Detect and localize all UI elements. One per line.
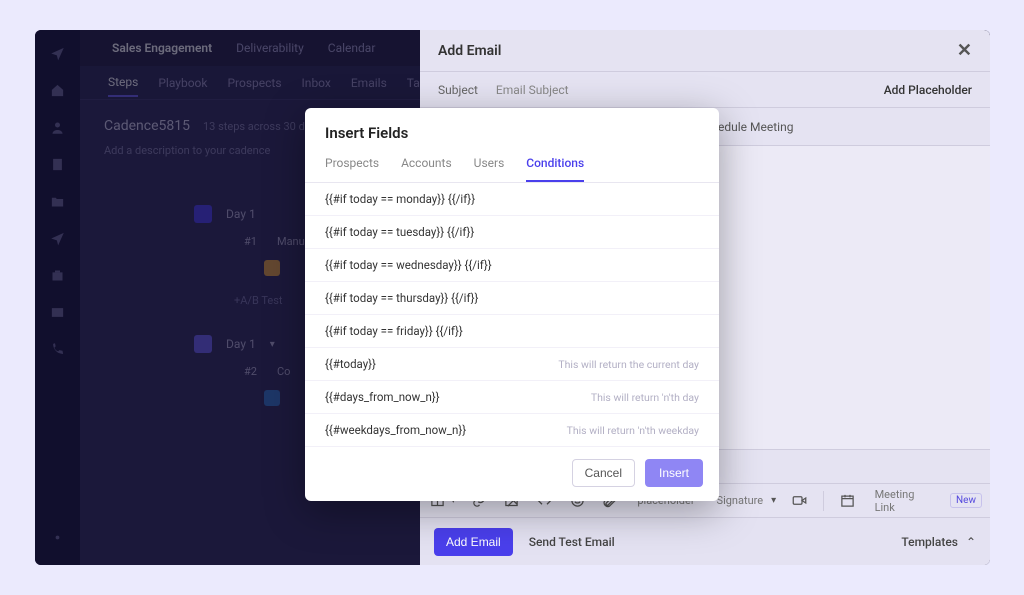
field-code: {{#days_from_now_n}} xyxy=(325,390,440,404)
field-code: {{#if today == thursday}} {{/if}} xyxy=(325,291,478,305)
field-row[interactable]: {{#if today == friday}} {{/if}} xyxy=(305,315,719,348)
insert-fields-modal: Insert Fields Prospects Accounts Users C… xyxy=(305,108,719,501)
templates-button[interactable]: Templates ⌃ xyxy=(901,535,976,549)
panel-title: Add Email xyxy=(438,43,501,59)
cancel-button[interactable]: Cancel xyxy=(572,459,635,487)
field-hint: This will return 'n'th weekday xyxy=(567,424,699,437)
insert-button[interactable]: Insert xyxy=(645,459,703,487)
send-test-email-button[interactable]: Send Test Email xyxy=(529,535,615,549)
field-row[interactable]: {{#if today == monday}} {{/if}} xyxy=(305,183,719,216)
field-code: {{#if today == tuesday}} {{/if}} xyxy=(325,225,474,239)
field-code: {{#today}} xyxy=(325,357,376,371)
subject-input[interactable]: Email Subject xyxy=(496,83,569,97)
field-row[interactable]: {{#today}} This will return the current d… xyxy=(305,348,719,381)
close-icon[interactable]: ✕ xyxy=(957,40,972,61)
tab-conditions[interactable]: Conditions xyxy=(526,156,584,182)
calendar-icon[interactable] xyxy=(838,490,857,512)
field-row[interactable]: {{#if today == wednesday}} {{/if}} xyxy=(305,249,719,282)
field-row[interactable]: {{#if today == thursday}} {{/if}} xyxy=(305,282,719,315)
field-code: {{#weekdays_from_now_n}} xyxy=(325,423,466,437)
field-row[interactable]: {{#days_from_now_n}} This will return 'n'… xyxy=(305,381,719,414)
field-code: {{#if today == monday}} {{/if}} xyxy=(325,192,475,206)
field-row[interactable]: {{#weekdays_from_now_n}} This will return… xyxy=(305,414,719,447)
add-placeholder-button[interactable]: Add Placeholder xyxy=(884,83,972,97)
video-icon[interactable] xyxy=(790,490,809,512)
add-email-button[interactable]: Add Email xyxy=(434,528,513,556)
field-hint: This will return the current day xyxy=(558,358,699,371)
fields-list: {{#if today == monday}} {{/if}} {{#if tod… xyxy=(305,183,719,447)
tab-prospects[interactable]: Prospects xyxy=(325,156,379,182)
chevron-up-icon: ⌃ xyxy=(966,535,976,549)
new-badge: New xyxy=(950,493,982,508)
subject-label: Subject xyxy=(438,83,478,97)
field-code: {{#if today == friday}} {{/if}} xyxy=(325,324,463,338)
field-hint: This will return 'n'th day xyxy=(591,391,699,404)
chevron-down-icon[interactable]: ▾ xyxy=(771,495,776,506)
tab-users[interactable]: Users xyxy=(474,156,505,182)
meeting-link-button[interactable]: Meeting Link xyxy=(871,488,932,514)
tab-accounts[interactable]: Accounts xyxy=(401,156,452,182)
signature-menu[interactable]: Signature xyxy=(713,494,768,507)
field-row[interactable]: {{#if today == tuesday}} {{/if}} xyxy=(305,216,719,249)
field-code: {{#if today == wednesday}} {{/if}} xyxy=(325,258,492,272)
modal-title: Insert Fields xyxy=(305,108,719,150)
